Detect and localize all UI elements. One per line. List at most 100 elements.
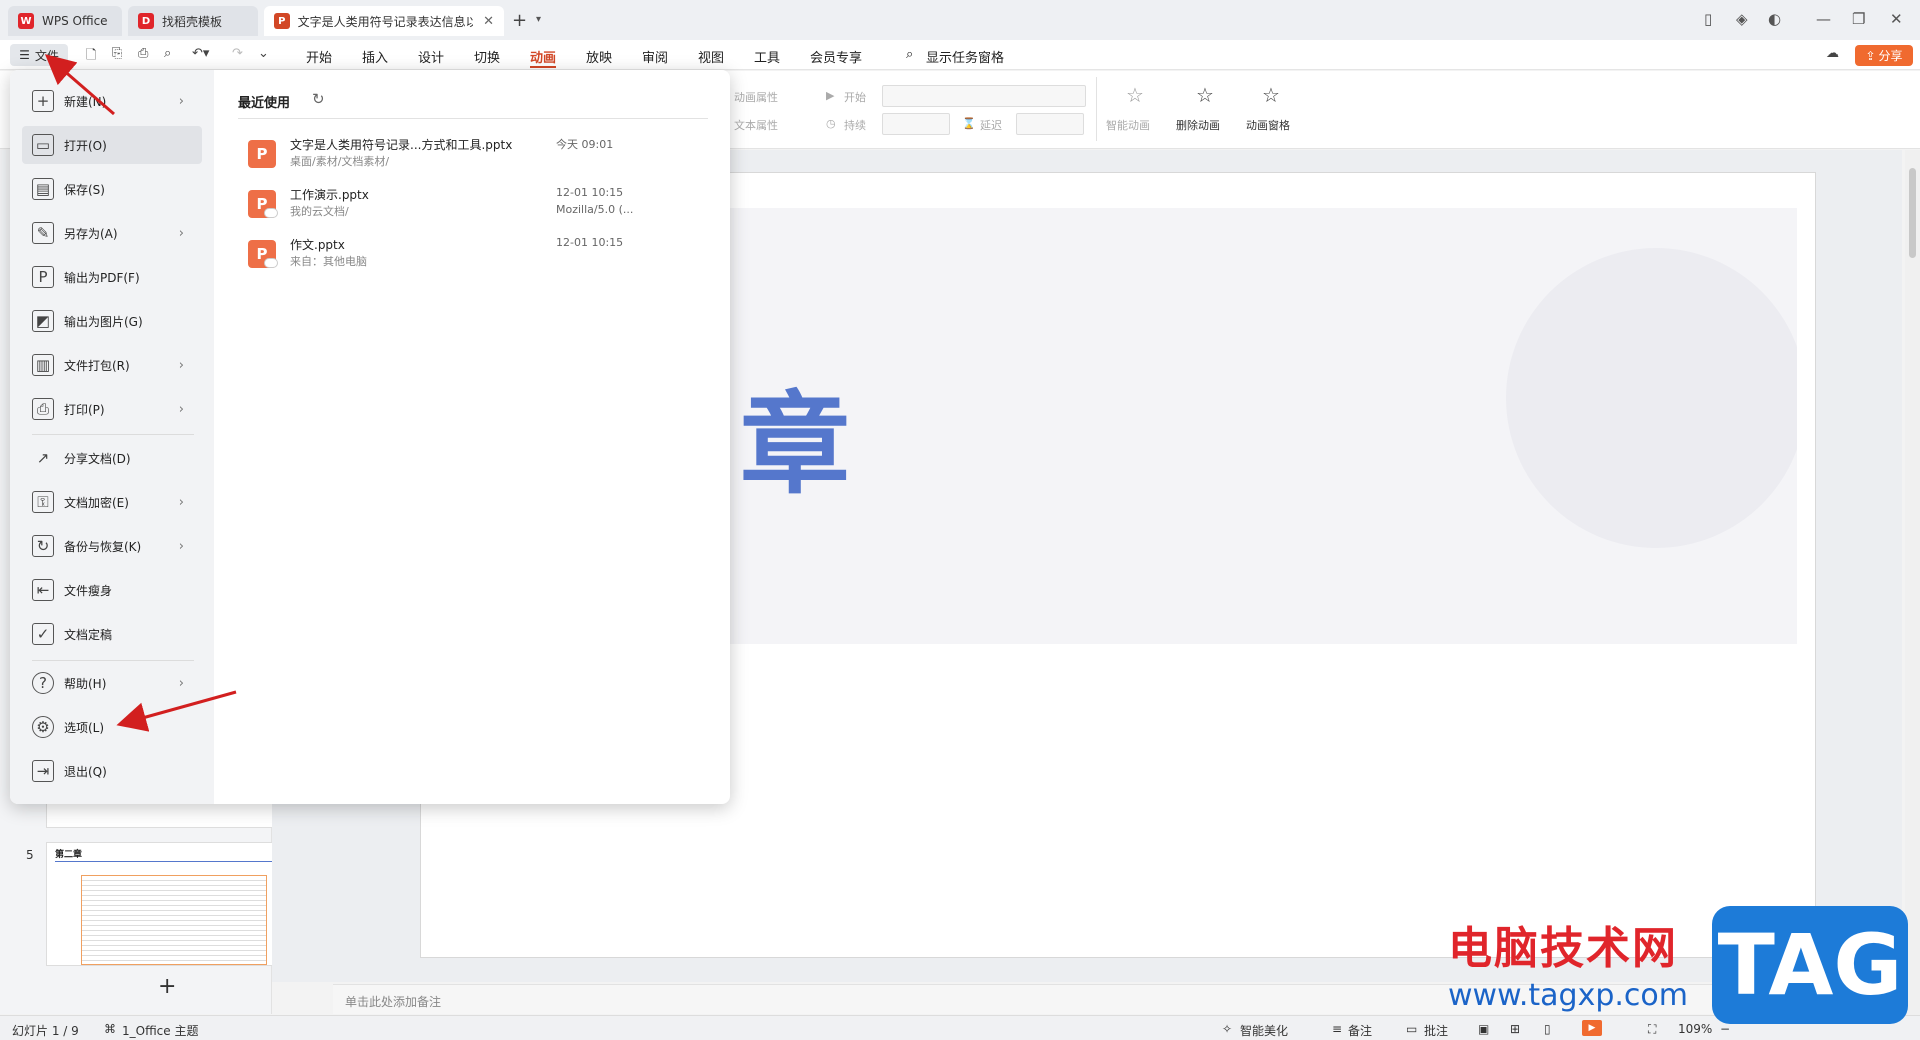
cloud-sync-icon[interactable]: ☁ (1826, 46, 1839, 61)
tab-template[interactable]: D 找稻壳模板 (128, 6, 258, 36)
pdf-icon: P (32, 266, 54, 288)
tab-transition[interactable]: 切换 (474, 47, 500, 66)
file-menu-button[interactable]: ☰ 文件 (10, 44, 68, 66)
comment-button[interactable]: 批注 (1424, 1022, 1448, 1039)
play-slideshow-button[interactable]: ▶ (1582, 1020, 1602, 1036)
file-menu-panel: + 新建(N) › ▭ 打开(O) ▤ 保存(S) ✎ 另存为(A) › P 输… (10, 70, 730, 804)
print-preview-icon[interactable]: ⌕ (164, 46, 171, 61)
vertical-scrollbar[interactable] (1905, 150, 1920, 1015)
recent-file-row[interactable]: P 文字是人类用符号记录...方式和工具.pptx 桌面/素材/文档素材/ 今天… (238, 134, 708, 180)
menu-item-label: 输出为图片(G) (64, 314, 143, 329)
tab-wps-office[interactable]: W WPS Office (8, 6, 122, 36)
normal-view-icon[interactable]: ▣ (1478, 1022, 1489, 1036)
start-select[interactable] (882, 85, 1086, 107)
zoom-out-icon[interactable]: − (1720, 1022, 1730, 1036)
tab-member[interactable]: 会员专享 (810, 47, 862, 66)
menu-item-export-pdf[interactable]: P 输出为PDF(F) (22, 258, 202, 296)
menu-item-backup[interactable]: ↻ 备份与恢复(K) › (22, 527, 202, 565)
redo-icon[interactable]: ↷ (232, 46, 243, 61)
new-tab-icon[interactable]: + (512, 10, 527, 31)
print-icon[interactable]: ⎙ (138, 46, 148, 61)
scrollbar-thumb[interactable] (1909, 168, 1916, 258)
tab-review[interactable]: 审阅 (642, 47, 668, 66)
task-pane-button[interactable]: 显示任务窗格 (926, 47, 1004, 66)
delete-anim-button[interactable]: 删除动画 (1176, 117, 1220, 133)
menu-item-slim[interactable]: ⇤ 文件瘦身 (22, 571, 202, 609)
menu-item-print[interactable]: ⎙ 打印(P) › (22, 390, 202, 428)
menu-item-new[interactable]: + 新建(N) › (22, 82, 202, 120)
minimize-icon[interactable]: — (1816, 10, 1831, 28)
menu-item-encrypt[interactable]: ⚿ 文档加密(E) › (22, 483, 202, 521)
share-icon: ↗ (36, 449, 50, 467)
cube-icon[interactable]: ◈ (1736, 10, 1748, 28)
anim-pane-button[interactable]: 动画窗格 (1246, 117, 1290, 133)
tab-label: 文字是人类用符号记录表达信息以 (297, 14, 474, 29)
restore-icon[interactable]: ❐ (1852, 10, 1865, 28)
beautify-button[interactable]: 智能美化 (1240, 1022, 1288, 1039)
tab-home[interactable]: 开始 (306, 47, 332, 66)
chevron-down-icon[interactable]: ⌄ (258, 46, 269, 61)
tab-insert[interactable]: 插入 (362, 47, 388, 66)
text-property-button[interactable]: 文本属性 (734, 117, 778, 133)
slide-title-text[interactable]: 章 (740, 355, 850, 515)
share-button[interactable]: ⇪ 分享 (1855, 45, 1913, 66)
anim-property-button[interactable]: 动画属性 (734, 89, 778, 105)
save-icon[interactable]: 🗋 (86, 46, 96, 68)
ribbon-divider (1096, 77, 1097, 141)
recent-file-row[interactable]: P 工作演示.pptx 我的云文档/ 12-01 10:15 Mozilla/5… (238, 184, 708, 230)
slide-thumbnail-5[interactable]: 第二章 (46, 842, 300, 966)
tab-document[interactable]: P 文字是人类用符号记录表达信息以 ✕ (264, 6, 504, 36)
start-icon: ▶ (826, 89, 835, 102)
menu-item-finalize[interactable]: ✓ 文档定稿 (22, 615, 202, 653)
backup-icon: ↻ (32, 535, 54, 557)
image-icon: ◩ (32, 310, 54, 332)
cloud-icon (264, 258, 278, 268)
close-icon[interactable]: ✕ (483, 14, 494, 29)
layout-icon[interactable]: ▯ (1704, 10, 1712, 28)
smart-anim-button[interactable]: 智能动画 (1106, 117, 1150, 133)
chevron-right-icon: › (178, 675, 184, 691)
menu-item-label: 文档定稿 (64, 627, 113, 642)
zoom-level[interactable]: 109% (1678, 1022, 1712, 1036)
recent-file-row[interactable]: P 作文.pptx 来自：其他电脑 12-01 10:15 (238, 234, 708, 280)
menu-item-exit[interactable]: ⇥ 退出(Q) (22, 752, 202, 790)
tab-design[interactable]: 设计 (418, 47, 444, 66)
duration-label: 持续 (844, 119, 866, 132)
menu-item-share[interactable]: ↗ 分享文档(D) (22, 439, 202, 477)
close-window-icon[interactable]: ✕ (1890, 10, 1903, 28)
chevron-right-icon: › (178, 494, 184, 510)
menu-item-options[interactable]: ⚙ 选项(L) (22, 708, 202, 746)
notes-button[interactable]: 备注 (1348, 1022, 1372, 1039)
menu-item-export-image[interactable]: ◩ 输出为图片(G) (22, 302, 202, 340)
active-tab-indicator (530, 66, 556, 68)
tab-tools[interactable]: 工具 (754, 47, 780, 66)
refresh-icon[interactable]: ↻ (312, 90, 325, 108)
tab-slideshow[interactable]: 放映 (586, 47, 612, 66)
grid-view-icon[interactable]: ⊞ (1510, 1022, 1520, 1036)
add-slide-icon[interactable]: + (158, 974, 176, 999)
file-time: 12-01 10:15 (556, 236, 624, 249)
menu-item-save[interactable]: ▤ 保存(S) (22, 170, 202, 208)
theme-name[interactable]: 1_Office 主题 (122, 1022, 198, 1039)
anim-pane-star-icon: ☆ (1262, 83, 1280, 107)
thumbnail-textbox (81, 875, 267, 965)
tab-animation[interactable]: 动画 (530, 47, 556, 66)
menu-item-save-as[interactable]: ✎ 另存为(A) › (22, 214, 202, 252)
tab-view[interactable]: 视图 (698, 47, 724, 66)
menu-item-open[interactable]: ▭ 打开(O) (22, 126, 202, 164)
fit-icon[interactable]: ⛶ (1648, 1022, 1656, 1037)
reading-view-icon[interactable]: ▯ (1544, 1022, 1551, 1036)
search-icon[interactable]: ⌕ (906, 47, 913, 62)
export-icon[interactable]: ⎘ (112, 46, 122, 61)
delay-input[interactable] (1016, 113, 1084, 135)
file-source: Mozilla/5.0 (... (556, 203, 634, 216)
avatar[interactable]: ◐ (1768, 10, 1781, 28)
duration-input[interactable] (882, 113, 950, 135)
chevron-down-icon[interactable]: ▾ (536, 14, 541, 25)
file-time: 12-01 10:15 (556, 186, 624, 199)
menu-item-package[interactable]: ▥ 文件打包(R) › (22, 346, 202, 384)
chevron-right-icon: › (178, 401, 184, 417)
menu-item-help[interactable]: ? 帮助(H) › (22, 664, 202, 702)
menu-item-label: 打开(O) (64, 138, 107, 153)
undo-icon[interactable]: ↶▾ (192, 46, 209, 61)
